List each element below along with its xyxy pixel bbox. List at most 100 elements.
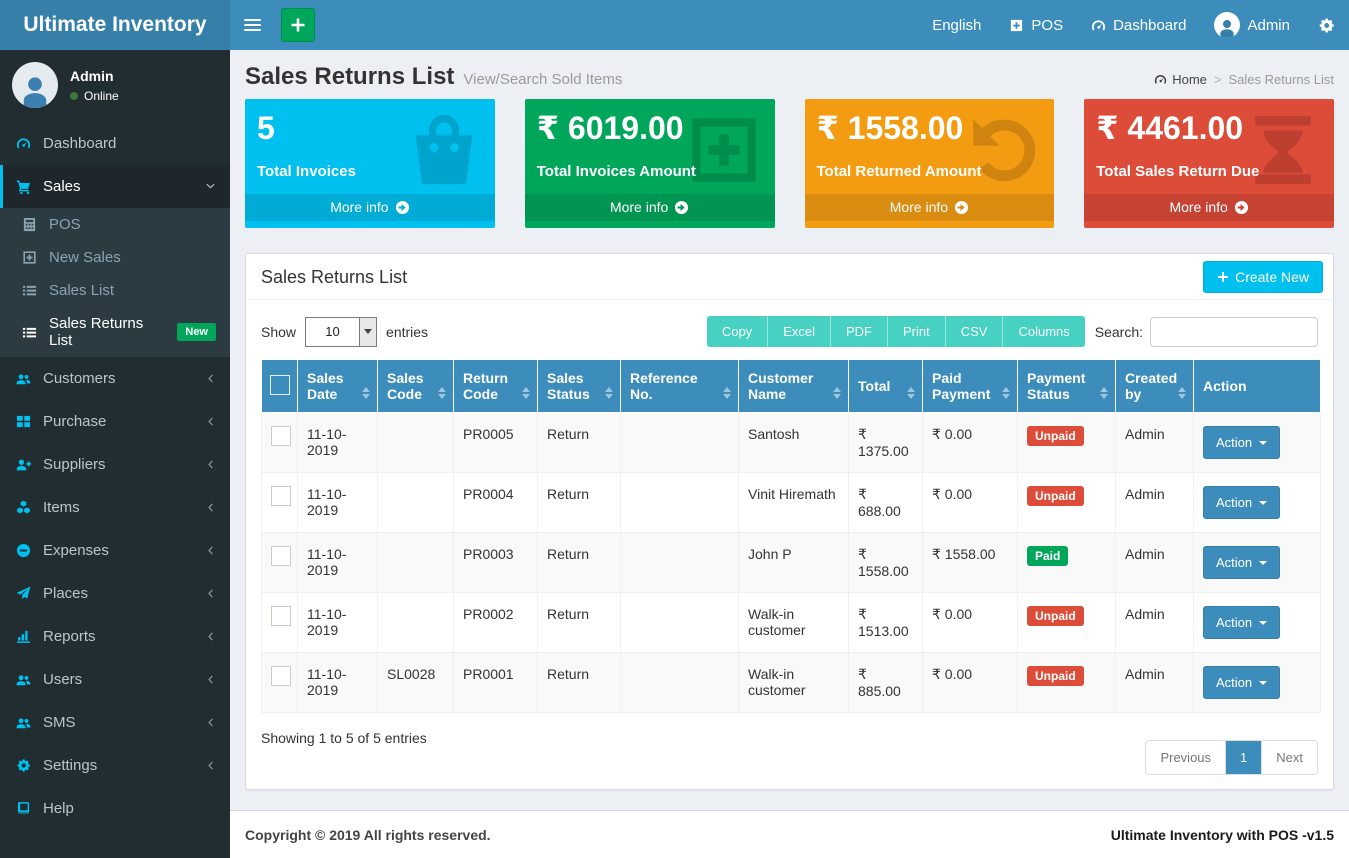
entries-label: entries [386,324,428,340]
export-button-copy[interactable]: Copy [707,316,767,347]
column-header-payment_status[interactable]: Payment Status [1018,360,1116,413]
column-header-sales_code[interactable]: Sales Code [378,360,454,413]
row-checkbox[interactable] [271,546,291,566]
sidebar-item-places[interactable]: Places [0,572,230,615]
export-button-excel[interactable]: Excel [767,316,830,347]
column-header-reference_no[interactable]: Reference No. [621,360,739,413]
circle-arrow-right-icon [395,200,410,215]
user-status[interactable]: Online [70,89,119,103]
export-button-columns[interactable]: Columns [1002,316,1084,347]
sidebar-item-reports[interactable]: Reports [0,615,230,658]
column-header-created_by[interactable]: Created by [1116,360,1194,413]
export-button-print[interactable]: Print [887,316,945,347]
pagination-previous[interactable]: Previous [1146,741,1225,774]
more-info-link[interactable]: More info [245,194,495,221]
navbar-item-language[interactable]: English [918,0,995,50]
sidebar-toggle-button[interactable] [230,0,275,50]
new-badge: New [177,323,216,341]
info-box-label: Total Sales Return Due [1096,163,1322,180]
navbar-item-settings[interactable] [1304,0,1349,50]
sidebar-subitem-sales-list[interactable]: Sales List [0,274,230,307]
cell-payment_status: Unpaid [1018,653,1116,713]
column-header-customer_name[interactable]: Customer Name [739,360,849,413]
column-header-paid_payment[interactable]: Paid Payment [923,360,1018,413]
pagination-next[interactable]: Next [1261,741,1317,774]
cell-action: Action [1194,593,1321,653]
sidebar-item-users[interactable]: Users [0,658,230,701]
menu-item-label: Users [43,671,82,688]
row-action-button[interactable]: Action [1203,426,1280,459]
cell-action: Action [1194,533,1321,593]
sidebar-subitem-sales-returns-list[interactable]: Sales Returns ListNew [0,307,230,357]
more-info-link[interactable]: More info [1084,194,1334,221]
row-checkbox[interactable] [271,666,291,686]
sidebar-subitem-new-sales[interactable]: New Sales [0,241,230,274]
sidebar-item-sms[interactable]: SMS [0,701,230,744]
sidebar-item-purchase[interactable]: Purchase [0,400,230,443]
row-action-button[interactable]: Action [1203,606,1280,639]
sidebar-item-customers[interactable]: Customers [0,357,230,400]
menu-item-label: Sales [43,178,81,195]
sort-icon [522,387,530,399]
user-avatar[interactable] [12,62,58,108]
cell-checkbox [262,593,298,653]
entries-summary: Showing 1 to 5 of 5 entries [261,730,427,746]
table-row: 11-10-2019PR0004ReturnVinit Hiremath₹ 68… [262,473,1321,533]
cell-action: Action [1194,653,1321,713]
row-checkbox[interactable] [271,426,291,446]
sidebar-item-suppliers[interactable]: Suppliers [0,443,230,486]
navbar-item-profile[interactable]: Admin [1200,0,1304,50]
cell-sales_status: Return [538,413,621,473]
action-label: Action [1216,555,1252,570]
row-action-button[interactable]: Action [1203,666,1280,699]
chevron-left-icon [205,502,216,513]
more-info-link[interactable]: More info [805,194,1055,221]
navbar-avatar-icon [1214,12,1240,38]
sidebar-item-items[interactable]: Items [0,486,230,529]
column-label: Reference No. [630,370,698,402]
column-header-return_code[interactable]: Return Code [454,360,538,413]
more-info-link[interactable]: More info [525,194,775,221]
quick-add-button[interactable] [281,8,315,42]
row-checkbox[interactable] [271,606,291,626]
create-new-button[interactable]: Create New [1203,261,1323,293]
menu-item-label: POS [49,216,81,233]
select-arrow-icon [359,318,376,346]
brand-logo[interactable]: Ultimate Inventory [0,0,230,50]
export-button-pdf[interactable]: PDF [830,316,887,347]
table-row: 11-10-2019PR0002ReturnWalk-in customer₹ … [262,593,1321,653]
menu-item-label: Suppliers [43,456,106,473]
hamburger-icon [244,19,261,31]
panel-header: Sales Returns List Create New [246,254,1333,300]
chevron-left-icon [205,373,216,384]
sidebar-item-settings[interactable]: Settings [0,744,230,787]
cell-total: ₹ 1375.00 [849,413,923,473]
column-header-sales_date[interactable]: Sales Date [298,360,378,413]
cell-payment_status: Unpaid [1018,593,1116,653]
select-all-checkbox[interactable] [270,375,290,395]
sidebar-item-sales[interactable]: Sales [0,165,230,208]
sidebar-subitem-pos[interactable]: POS [0,208,230,241]
show-label: Show [261,324,296,340]
row-checkbox[interactable] [271,486,291,506]
sidebar-item-expenses[interactable]: Expenses [0,529,230,572]
breadcrumb-current: Sales Returns List [1229,72,1335,87]
sidebar-item-dashboard[interactable]: Dashboard [0,122,230,165]
navbar-item-pos[interactable]: POS [995,0,1077,50]
column-header-sales_status[interactable]: Sales Status [538,360,621,413]
navbar-item-dashboard[interactable]: Dashboard [1077,0,1200,50]
menu-item-label: Customers [43,370,116,387]
page-size-select[interactable]: 10 [305,317,377,347]
menu-item-label: SMS [43,714,76,731]
search-input[interactable] [1150,317,1318,347]
column-header-total[interactable]: Total [849,360,923,413]
row-action-button[interactable]: Action [1203,546,1280,579]
sidebar-item-help[interactable]: Help [0,787,230,830]
pagination-page-1[interactable]: 1 [1225,741,1261,774]
column-label: Sales Code [387,370,424,402]
export-button-csv[interactable]: CSV [945,316,1003,347]
chevron-left-icon [205,416,216,427]
row-action-button[interactable]: Action [1203,486,1280,519]
column-label: Sales Status [547,370,590,402]
breadcrumb-home[interactable]: Home [1154,72,1207,87]
